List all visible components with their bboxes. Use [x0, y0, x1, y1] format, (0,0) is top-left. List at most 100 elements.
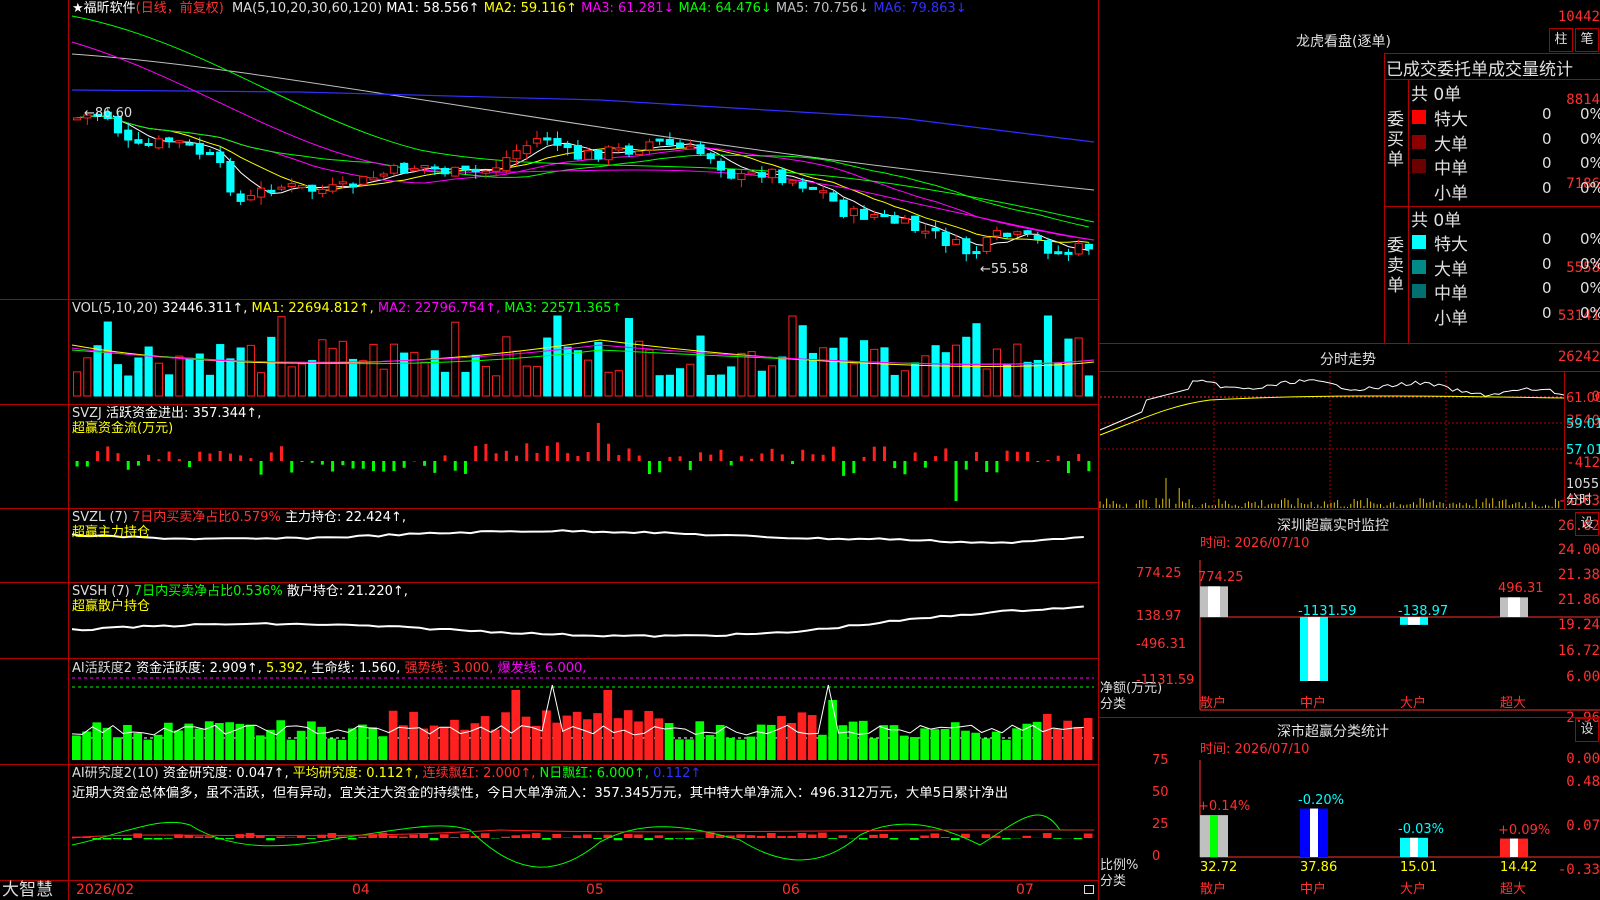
buy-row-color-swatch [1412, 159, 1426, 173]
candle-body [900, 218, 910, 224]
period-label[interactable]: (日线，前复权) [136, 1, 224, 16]
research-line [71, 814, 1094, 868]
cls-ratio-bar-highlight [1310, 808, 1318, 857]
volume-bar [256, 372, 266, 397]
buy-row-pct: 0% [1580, 105, 1600, 123]
favorite-star-icon[interactable]: ★ [72, 1, 84, 16]
volume-bar [287, 366, 296, 397]
volume-bar [226, 358, 235, 397]
ai-research-header: AI研究度2(10) 资金研究度: 0.047↑, 平均研究度: 0.112↑,… [72, 766, 702, 781]
research-bar [112, 838, 122, 839]
activity-bar [480, 716, 490, 760]
ai-research-comment: 近期大资金总体偏多，虽不活跃，但有异动，宜关注大资金的持续性，今日大单净流入：3… [72, 786, 1009, 801]
sell-row-count: 0 [1542, 279, 1552, 297]
activity-bar [307, 721, 316, 760]
research-bar [521, 834, 531, 838]
activity-bar [521, 716, 531, 760]
cls-value-label: 14.42 [1500, 860, 1538, 875]
volume-bar [1084, 375, 1093, 397]
candle-body [992, 230, 1001, 237]
activity-bar [82, 731, 91, 760]
buy-row-name: 中单 [1434, 159, 1468, 179]
research-bar [1053, 838, 1062, 839]
research-bar [378, 832, 388, 838]
cls-category-label: 中户 [1300, 882, 1327, 897]
research-bar [347, 838, 357, 840]
activity-bar [695, 721, 705, 760]
candle-body [287, 183, 296, 188]
volume-bar [584, 359, 593, 397]
ma3-line-long [71, 41, 1095, 241]
bar-view-button[interactable]: 柱 [1549, 28, 1573, 52]
sz-y-tick: -1131.59 [1136, 673, 1195, 688]
volume-bar [205, 374, 215, 397]
research-bar [235, 834, 245, 838]
candle-body [440, 167, 450, 175]
volume-bar [839, 337, 848, 397]
research-bar [1083, 833, 1093, 838]
research-bar [623, 834, 633, 838]
lock-icon[interactable] [1084, 885, 1094, 894]
sz-classify-xlabel: 分类 [1100, 874, 1127, 889]
activity-bar [399, 725, 408, 760]
activity-bar [685, 739, 694, 760]
candle-body [798, 181, 807, 189]
candle-body [645, 141, 654, 151]
candle-body [727, 169, 736, 179]
sz-classify-settings-button[interactable]: 设 [1575, 718, 1599, 742]
sz-monitor-settings-button[interactable]: 设 [1575, 512, 1599, 536]
candle-body [400, 162, 409, 174]
volume-bar [144, 346, 153, 397]
ma5-value: MA5: 70.756↓ [771, 1, 870, 16]
candle-body [175, 140, 184, 144]
candle-body [154, 138, 163, 149]
kline-chart-canvas[interactable] [0, 0, 1098, 900]
volume-bar [655, 375, 664, 397]
volume-bar [890, 374, 899, 397]
cls-change-label: +0.14% [1198, 799, 1251, 815]
activity-bar [971, 732, 981, 760]
buy-row-name: 大单 [1434, 134, 1468, 155]
candle-body [747, 171, 756, 175]
volume-bar [379, 368, 388, 397]
svzl-subtitle: 超赢主力持仓 [72, 525, 151, 540]
ma4-value: MA4: 64.476↓ [674, 1, 772, 16]
candle-body [972, 251, 981, 255]
volume-bar [277, 316, 286, 397]
candle-body [277, 186, 286, 190]
tick-view-button[interactable]: 笔 [1575, 28, 1599, 52]
sell-row-name: 中单 [1434, 284, 1468, 304]
candle-body [563, 144, 572, 149]
candle-body [195, 143, 204, 155]
activity-bar [255, 735, 265, 760]
activity-bar [531, 725, 541, 760]
low-price-marker: ←55.58 [980, 262, 1029, 277]
activity-bar [644, 710, 654, 760]
buy-row-name: 特大 [1434, 110, 1468, 130]
buy-row-pct: 0% [1580, 129, 1600, 148]
activity-bar [705, 735, 715, 760]
candle-body [124, 129, 133, 141]
activity-bar [368, 727, 378, 760]
candle-body [614, 147, 623, 151]
cls-value-label: 15.01 [1400, 860, 1438, 875]
volume-bar [859, 340, 869, 397]
research-bar [593, 838, 602, 840]
volume-bar [1013, 343, 1022, 397]
research-bar [480, 833, 490, 838]
x-axis-label: 06 [782, 882, 800, 898]
activity-bar [838, 725, 848, 760]
candle-body [1013, 231, 1022, 235]
vol-ma-line [71, 339, 1095, 367]
candle-body [348, 183, 358, 188]
candle-body [1023, 230, 1032, 235]
dt-divider [1384, 53, 1600, 54]
sell-orders-label: 委卖单 [1387, 236, 1404, 296]
volume-bar [716, 374, 726, 397]
activity-bar [981, 738, 991, 760]
sz-classify-ylabel: 比例% [1100, 858, 1139, 873]
sz-category-label: 大户 [1400, 696, 1427, 711]
research-bar [766, 832, 776, 838]
research-bar [552, 833, 562, 838]
candle-body [819, 190, 828, 194]
